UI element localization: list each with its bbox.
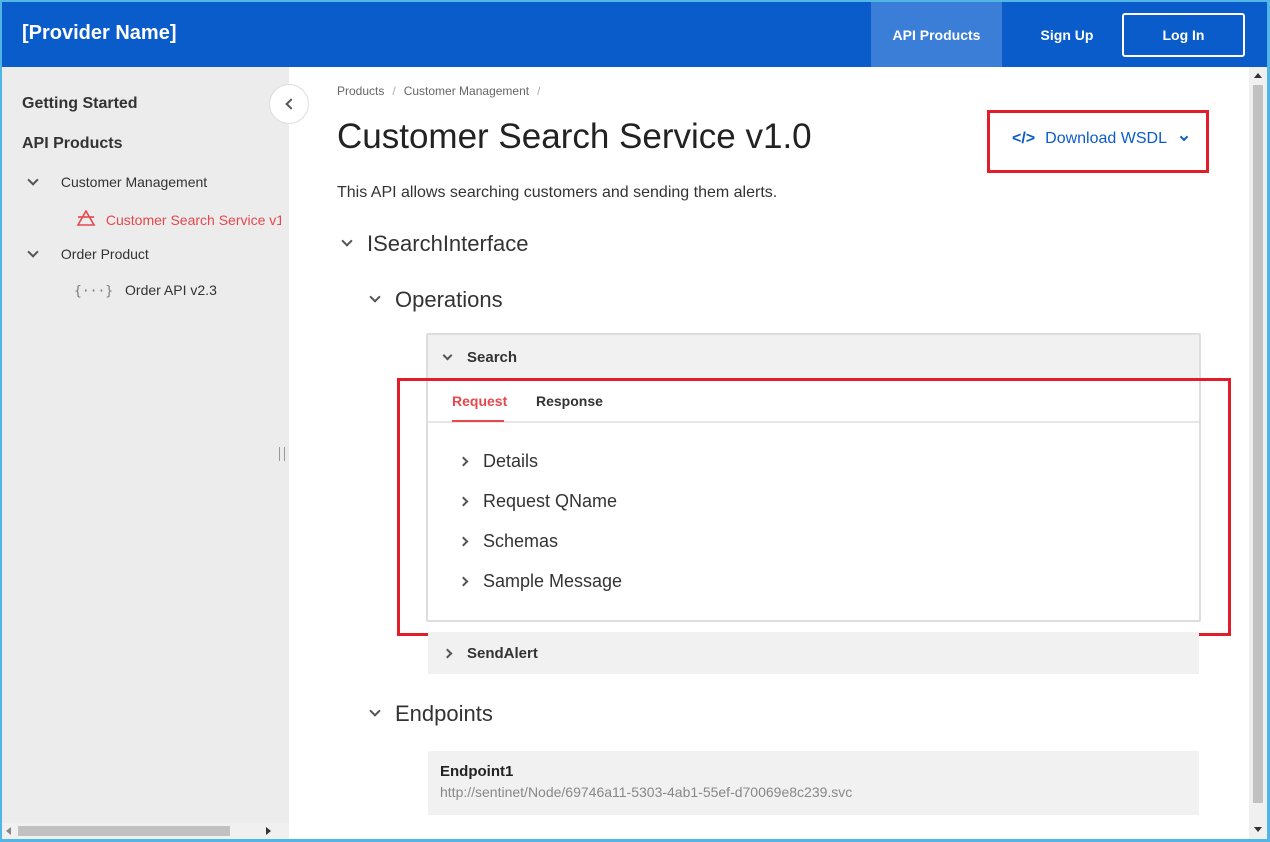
- sidebar-item-label: Order API v2.3: [125, 282, 217, 298]
- operations-header[interactable]: Operations: [369, 287, 503, 313]
- operation-name: SendAlert: [467, 644, 538, 662]
- sidebar-item-order-api[interactable]: {···} Order API v2.3: [74, 282, 217, 299]
- highlight-box-request: [397, 378, 1231, 636]
- chevron-down-icon: [369, 291, 381, 303]
- scroll-down-arrow-icon[interactable]: [1254, 827, 1262, 832]
- breadcrumb: Products / Customer Management /: [337, 84, 541, 98]
- page-title: Customer Search Service v1.0: [337, 117, 812, 156]
- code-icon: </>: [1012, 130, 1036, 147]
- sidebar-api-products[interactable]: API Products: [22, 135, 122, 153]
- nav-sign-up[interactable]: Sign Up: [1012, 2, 1122, 67]
- chevron-down-icon: [369, 705, 381, 717]
- highlight-box-download: </> Download WSDL: [987, 110, 1209, 173]
- scroll-right-arrow-icon[interactable]: [266, 827, 271, 835]
- sidebar-item-label: Order Product: [60, 246, 149, 262]
- scroll-left-arrow-icon[interactable]: [6, 827, 11, 835]
- sidebar-item-label: Customer Search Service v1: [105, 212, 281, 228]
- log-in-button[interactable]: Log In: [1122, 13, 1245, 57]
- vertical-scrollbar[interactable]: [1249, 67, 1267, 839]
- operation-header-search[interactable]: Search: [428, 335, 1199, 379]
- breadcrumb-products[interactable]: Products: [337, 84, 384, 98]
- operation-header-sendalert[interactable]: SendAlert: [428, 632, 1199, 674]
- provider-brand[interactable]: [Provider Name]: [22, 22, 177, 45]
- sidebar-item-customer-search-service[interactable]: Customer Search Service v1: [76, 210, 281, 228]
- endpoint-url[interactable]: http://sentinet/Node/69746a11-5303-4ab1-…: [440, 784, 1199, 800]
- browser-frame: [Provider Name] API Products Sign Up Log…: [2, 2, 1267, 839]
- rest-braces-icon: {···}: [74, 284, 114, 299]
- scroll-up-arrow-icon[interactable]: [1254, 73, 1262, 78]
- nav-api-products[interactable]: API Products: [871, 2, 1002, 67]
- download-wsdl-label: Download WSDL: [1045, 130, 1167, 147]
- chevron-down-icon: [442, 350, 453, 360]
- operations-label: Operations: [395, 287, 503, 312]
- sidebar-item-label: Customer Management: [60, 174, 208, 190]
- top-navigation-bar: [Provider Name] API Products Sign Up Log…: [2, 2, 1267, 67]
- download-wsdl-button[interactable]: </> Download WSDL: [1012, 130, 1189, 148]
- endpoints-header[interactable]: Endpoints: [369, 701, 493, 727]
- scrollbar-thumb[interactable]: [18, 826, 230, 836]
- sidebar-item-customer-management[interactable]: Customer Management: [27, 174, 208, 190]
- operation-name: Search: [467, 348, 518, 366]
- interface-header[interactable]: ISearchInterface: [341, 231, 529, 257]
- page-description: This API allows searching customers and …: [337, 184, 778, 201]
- sidebar-getting-started[interactable]: Getting Started: [22, 95, 138, 113]
- scrollbar-thumb[interactable]: [1253, 85, 1263, 803]
- sidebar: Getting Started API Products Customer Ma…: [2, 67, 309, 839]
- breadcrumb-customer-management[interactable]: Customer Management: [404, 84, 529, 98]
- interface-name: ISearchInterface: [367, 231, 529, 256]
- endpoint-name: Endpoint1: [440, 763, 514, 780]
- soap-triangle-icon: [76, 210, 96, 226]
- chevron-down-icon: [27, 246, 39, 258]
- sidebar-resize-handle[interactable]: [279, 447, 285, 461]
- chevron-down-icon: [27, 174, 39, 186]
- horizontal-scrollbar[interactable]: [2, 823, 289, 839]
- chevron-down-icon: [1179, 132, 1189, 142]
- endpoint-card: Endpoint1 http://sentinet/Node/69746a11-…: [428, 751, 1199, 815]
- sidebar-item-order-product[interactable]: Order Product: [27, 246, 149, 262]
- endpoints-label: Endpoints: [395, 701, 493, 726]
- chevron-right-icon: [442, 648, 453, 658]
- chevron-down-icon: [341, 235, 353, 247]
- main-content: Products / Customer Management / Customer S…: [289, 67, 1249, 839]
